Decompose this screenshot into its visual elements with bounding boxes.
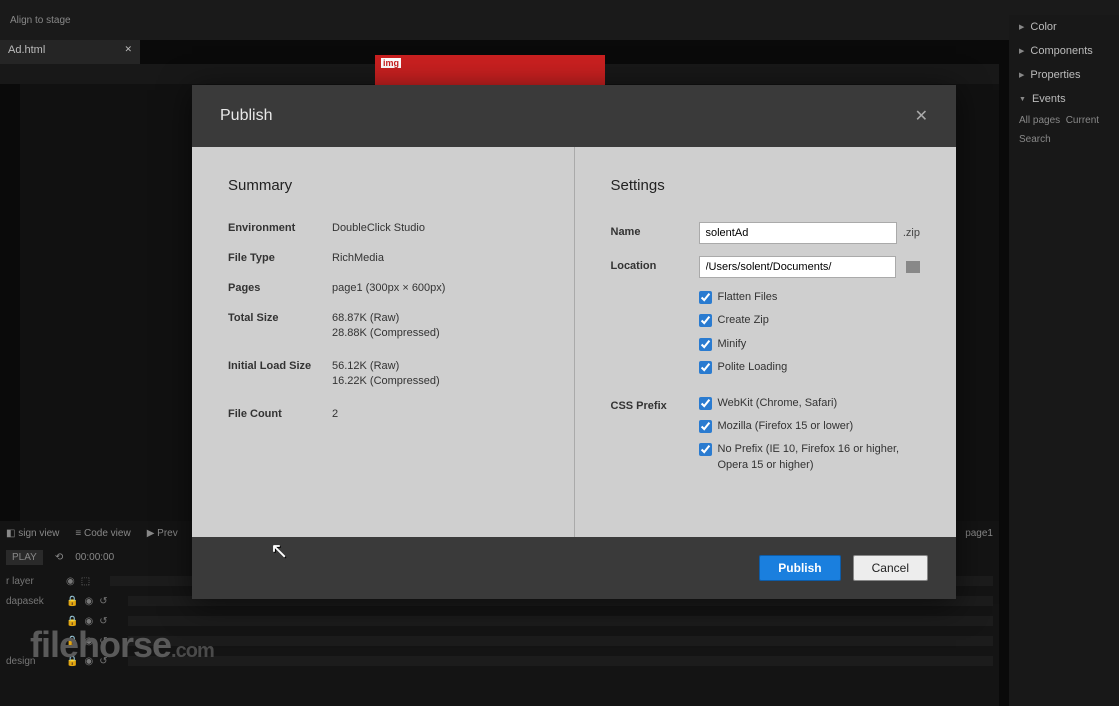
events-search[interactable]: Search xyxy=(1009,130,1119,149)
minify-checkbox[interactable] xyxy=(699,338,712,351)
folder-icon[interactable] xyxy=(906,261,920,273)
lock-icon[interactable]: ⬚ xyxy=(81,576,90,587)
totalsize-value: 68.87K (Raw)28.88K (Compressed) xyxy=(332,312,538,342)
publish-dialog: Publish ✕ Summary EnvironmentDoubleClick… xyxy=(192,85,956,599)
canvas-element: img xyxy=(375,55,605,85)
flatten-files-checkbox[interactable] xyxy=(699,291,712,304)
cancel-button[interactable]: Cancel xyxy=(853,555,928,581)
polite-loading-checkbox[interactable] xyxy=(699,361,712,374)
close-icon[interactable]: ✕ xyxy=(915,106,928,126)
file-tab[interactable]: Ad.html ✕ xyxy=(0,40,140,64)
events-filter[interactable]: All pages Current xyxy=(1009,111,1119,130)
file-extension: .zip xyxy=(903,227,920,239)
dialog-title: Publish xyxy=(220,107,272,125)
publish-button[interactable]: Publish xyxy=(759,555,840,581)
pages-value: page1 (300px × 600px) xyxy=(332,282,538,294)
time-display: 00:00:00 xyxy=(75,552,114,563)
code-view-tab[interactable]: ≡ Code view xyxy=(75,528,130,539)
panel-events[interactable]: Events xyxy=(1009,87,1119,111)
visibility-icon[interactable]: ◉ xyxy=(66,576,75,587)
summary-heading: Summary xyxy=(228,177,538,194)
name-input[interactable] xyxy=(699,222,897,244)
filetype-value: RichMedia xyxy=(332,252,538,264)
initialload-value: 56.12K (Raw)16.22K (Compressed) xyxy=(332,360,538,390)
environment-value: DoubleClick Studio xyxy=(332,222,538,234)
play-button[interactable]: PLAY xyxy=(6,550,43,565)
page-indicator[interactable]: page1 xyxy=(965,528,993,539)
create-zip-checkbox[interactable] xyxy=(699,314,712,327)
panel-properties[interactable]: Properties xyxy=(1009,63,1119,87)
right-sidebar: Color Components Properties Events All p… xyxy=(1009,15,1119,706)
filecount-value: 2 xyxy=(332,408,538,420)
settings-heading: Settings xyxy=(611,177,921,194)
rewind-icon[interactable]: ⟲ xyxy=(55,552,63,563)
noprefix-checkbox[interactable] xyxy=(699,443,712,456)
webkit-checkbox[interactable] xyxy=(699,397,712,410)
panel-components[interactable]: Components xyxy=(1009,39,1119,63)
cursor-icon: ↖ xyxy=(270,538,288,564)
location-input[interactable] xyxy=(699,256,897,278)
preview-button[interactable]: ▶ Prev xyxy=(147,528,178,539)
watermark: filehorse.com xyxy=(30,624,214,666)
summary-panel: Summary EnvironmentDoubleClick Studio Fi… xyxy=(192,147,575,537)
design-view-tab[interactable]: ◧ sign view xyxy=(6,528,59,539)
top-toolbar: Align to stage xyxy=(0,0,1119,40)
settings-panel: Settings Name .zip Location xyxy=(575,147,957,537)
mozilla-checkbox[interactable] xyxy=(699,420,712,433)
lock-icon[interactable]: 🔒 xyxy=(66,596,78,607)
panel-color[interactable]: Color xyxy=(1009,15,1119,39)
